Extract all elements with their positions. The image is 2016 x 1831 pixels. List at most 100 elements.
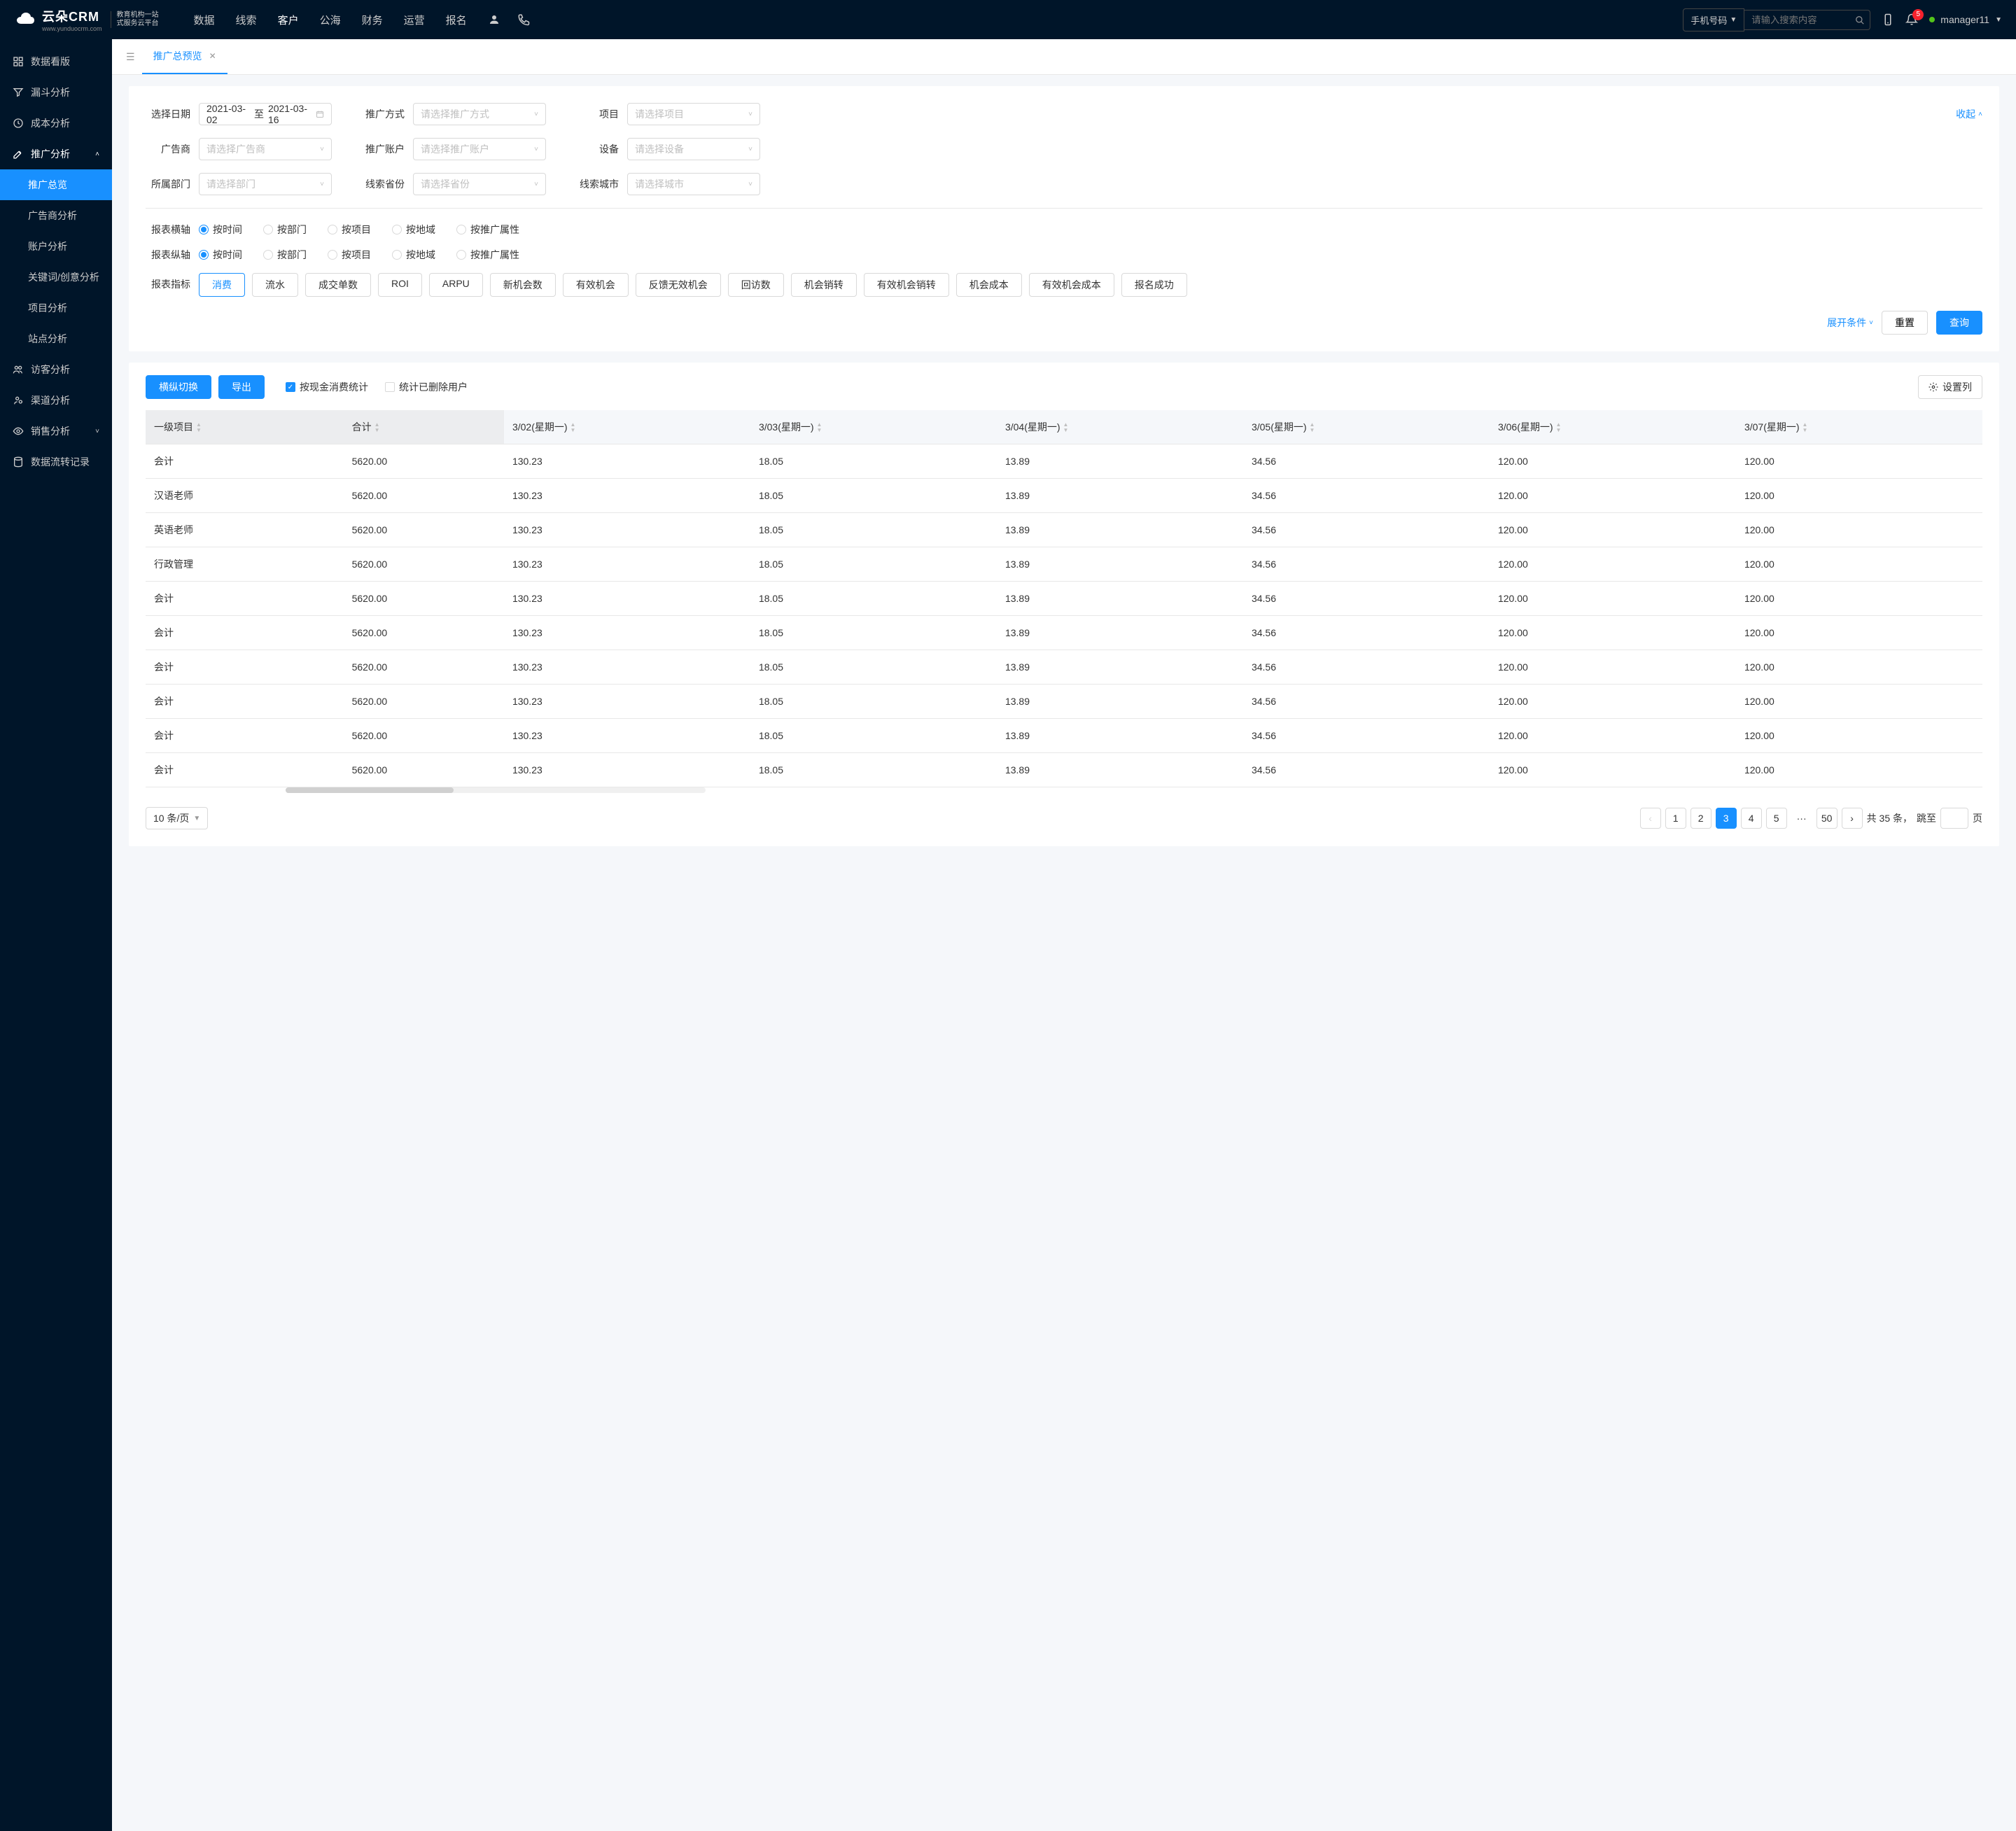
metric-4[interactable]: ARPU	[429, 273, 483, 297]
query-button[interactable]: 查询	[1936, 311, 1982, 335]
cell-3-3: 18.05	[750, 547, 997, 582]
filter-线索省份[interactable]: 请选择省份˅	[413, 173, 546, 195]
page-next[interactable]: ›	[1842, 808, 1863, 829]
check-deleted-users[interactable]: 统计已删除用户	[385, 380, 468, 394]
metric-7[interactable]: 反馈无效机会	[636, 273, 721, 297]
filter-推广方式[interactable]: 请选择推广方式˅	[413, 103, 546, 125]
metric-3[interactable]: ROI	[378, 273, 422, 297]
metric-12[interactable]: 有效机会成本	[1029, 273, 1114, 297]
axis-h-radio-1[interactable]: 按部门	[263, 223, 307, 237]
sort-icon: ▲▼	[570, 423, 576, 433]
page-size-select[interactable]: 10 条/页 ▼	[146, 807, 208, 829]
metric-10[interactable]: 有效机会销转	[864, 273, 949, 297]
reset-button[interactable]: 重置	[1882, 311, 1928, 335]
metric-2[interactable]: 成交单数	[305, 273, 371, 297]
metric-13[interactable]: 报名成功	[1121, 273, 1187, 297]
sidebar-item-1[interactable]: 漏斗分析	[0, 77, 112, 108]
device-icon[interactable]	[1882, 13, 1894, 26]
page-ellipsis[interactable]: ···	[1791, 808, 1812, 829]
sidebar-sub-3-0[interactable]: 推广总览	[0, 169, 112, 200]
page-prev[interactable]: ‹	[1640, 808, 1661, 829]
check-cash-stat[interactable]: ✓按现金消费统计	[286, 380, 368, 394]
search-input[interactable]	[1744, 10, 1870, 30]
horizontal-scrollbar[interactable]	[286, 787, 706, 793]
filter-线索城市[interactable]: 请选择城市˅	[627, 173, 760, 195]
metric-11[interactable]: 机会成本	[956, 273, 1022, 297]
nav-item-2[interactable]: 客户	[278, 13, 299, 27]
th-4[interactable]: 3/04(星期一)▲▼	[997, 410, 1243, 444]
nav-item-3[interactable]: 公海	[320, 13, 341, 27]
nav-item-6[interactable]: 报名	[446, 13, 467, 27]
page-2[interactable]: 2	[1690, 808, 1712, 829]
collapse-link[interactable]: 收起 ˄	[1956, 107, 1982, 121]
nav-item-4[interactable]: 财务	[362, 13, 383, 27]
user-icon	[13, 395, 24, 406]
axis-v-radio-3[interactable]: 按地域	[392, 248, 435, 262]
th-2[interactable]: 3/02(星期一)▲▼	[504, 410, 750, 444]
th-0[interactable]: 一级项目▲▼	[146, 410, 344, 444]
page-last[interactable]: 50	[1816, 808, 1837, 829]
th-7[interactable]: 3/07(星期一)▲▼	[1736, 410, 1982, 444]
th-1[interactable]: 合计▲▼	[344, 410, 504, 444]
close-icon[interactable]: ✕	[209, 51, 216, 61]
axis-h-radio-0[interactable]: 按时间	[199, 223, 242, 237]
search-icon[interactable]	[1855, 15, 1865, 25]
axis-v-radio-4[interactable]: 按推广属性	[456, 248, 519, 262]
bell-icon[interactable]: 5	[1905, 13, 1918, 26]
sidebar-sub-3-4[interactable]: 项目分析	[0, 293, 112, 323]
metric-5[interactable]: 新机会数	[490, 273, 556, 297]
metric-0[interactable]: 消费	[199, 273, 245, 297]
switch-axis-button[interactable]: 横纵切换	[146, 375, 211, 399]
nav-item-0[interactable]: 数据	[194, 13, 215, 27]
filter-广告商[interactable]: 请选择广告商˅	[199, 138, 332, 160]
page-4[interactable]: 4	[1741, 808, 1762, 829]
th-5[interactable]: 3/05(星期一)▲▼	[1243, 410, 1490, 444]
nav-item-1[interactable]: 线索	[236, 13, 257, 27]
filter-项目[interactable]: 请选择项目˅	[627, 103, 760, 125]
axis-v-radio-0[interactable]: 按时间	[199, 248, 242, 262]
sidebar-item-3[interactable]: 推广分析˄	[0, 139, 112, 169]
axis-h-radio-2[interactable]: 按项目	[328, 223, 371, 237]
metric-1[interactable]: 流水	[252, 273, 298, 297]
axis-v-radio-2[interactable]: 按项目	[328, 248, 371, 262]
expand-conditions[interactable]: 展开条件 ˅	[1827, 316, 1873, 330]
date-range-input[interactable]: 2021-03-02 至 2021-03-16	[199, 103, 332, 125]
logo[interactable]: 云朵CRM www.yunduocrm.com 教育机构一站 式服务云平台	[14, 7, 159, 32]
th-6[interactable]: 3/06(星期一)▲▼	[1490, 410, 1736, 444]
metric-8[interactable]: 回访数	[728, 273, 784, 297]
sidebar-item-4[interactable]: 访客分析	[0, 354, 112, 385]
search-type-select[interactable]: 手机号码 ▼	[1683, 8, 1744, 31]
filter-推广账户[interactable]: 请选择推广账户˅	[413, 138, 546, 160]
sidebar-item-7[interactable]: 数据流转记录	[0, 447, 112, 477]
nav-item-5[interactable]: 运营	[404, 13, 425, 27]
page-5[interactable]: 5	[1766, 808, 1787, 829]
axis-h-radio-3[interactable]: 按地域	[392, 223, 435, 237]
phone-icon[interactable]	[517, 13, 530, 26]
page-3[interactable]: 3	[1716, 808, 1737, 829]
sidebar-sub-3-5[interactable]: 站点分析	[0, 323, 112, 354]
metric-6[interactable]: 有效机会	[563, 273, 629, 297]
export-button[interactable]: 导出	[218, 375, 265, 399]
column-settings[interactable]: 设置列	[1918, 375, 1982, 399]
sidebar-item-6[interactable]: 销售分析˅	[0, 416, 112, 447]
tab-promotion-overview[interactable]: 推广总预览 ✕	[142, 39, 227, 74]
metric-9[interactable]: 机会销转	[791, 273, 857, 297]
page-1[interactable]: 1	[1665, 808, 1686, 829]
axis-v-radio-1[interactable]: 按部门	[263, 248, 307, 262]
th-3[interactable]: 3/03(星期一)▲▼	[750, 410, 997, 444]
page-jump-input[interactable]	[1940, 808, 1968, 829]
sidebar-item-0[interactable]: 数据看版	[0, 46, 112, 77]
sidebar-sub-3-2[interactable]: 账户分析	[0, 231, 112, 262]
filter-设备[interactable]: 请选择设备˅	[627, 138, 760, 160]
tabs-toggle-icon[interactable]: ☰	[119, 41, 142, 73]
sidebar-item-5[interactable]: 渠道分析	[0, 385, 112, 416]
sidebar-item-2[interactable]: 成本分析	[0, 108, 112, 139]
sort-icon: ▲▼	[196, 423, 202, 433]
table-row: 会计5620.00130.2318.0513.8934.56120.00120.…	[146, 444, 1982, 479]
filter-所属部门[interactable]: 请选择部门˅	[199, 173, 332, 195]
user-menu[interactable]: manager11 ▼	[1929, 14, 2002, 25]
sidebar-sub-3-3[interactable]: 关键词/创意分析	[0, 262, 112, 293]
axis-h-radio-4[interactable]: 按推广属性	[456, 223, 519, 237]
sidebar-sub-3-1[interactable]: 广告商分析	[0, 200, 112, 231]
user-icon[interactable]	[488, 13, 500, 26]
